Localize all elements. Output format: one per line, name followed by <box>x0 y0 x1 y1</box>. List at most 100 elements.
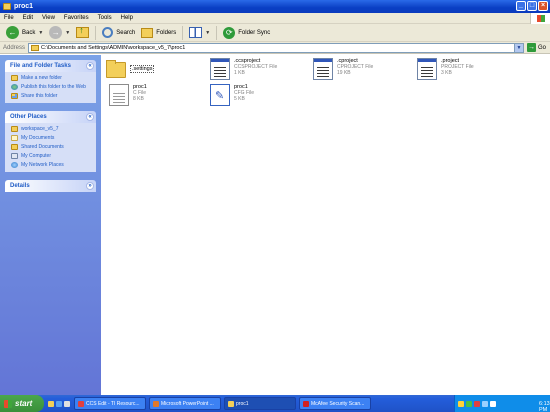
menu-edit[interactable]: Edit <box>23 15 33 21</box>
folder-icon <box>228 400 234 407</box>
taskbar-button-ccs-edit[interactable]: CCS Edit - TI Resourc... <box>74 397 146 410</box>
back-button[interactable]: ← Back ▼ <box>3 25 46 41</box>
media-icon[interactable] <box>64 400 70 407</box>
place-label: My Documents <box>21 135 55 141</box>
toolbar: ← Back ▼ → ▼ Search Folders ▼ ⟳ Folder S… <box>0 24 550 42</box>
up-folder-icon <box>76 25 90 38</box>
title-bar[interactable]: proc1 _ □ × <box>0 0 550 13</box>
panel-header[interactable]: File and Folder Tasks « <box>5 60 96 72</box>
cfg-file-icon <box>210 84 230 106</box>
toolbar-separator <box>182 25 184 40</box>
my-documents-icon <box>11 135 18 141</box>
tray-icon[interactable] <box>466 400 472 407</box>
ccs-app-icon <box>78 400 84 407</box>
toolbar-separator <box>95 25 97 40</box>
new-folder-icon <box>11 75 18 81</box>
folder-icon <box>106 60 126 78</box>
folder-icon <box>31 44 40 51</box>
menu-file[interactable]: File <box>4 15 14 21</box>
maximize-button[interactable]: □ <box>527 1 537 11</box>
start-button[interactable]: start <box>0 395 44 412</box>
file-item[interactable]: .ccsproject CCSPROJECT File 1 KB <box>210 58 277 80</box>
place-workspace-link[interactable]: workspace_v5_7 <box>11 126 92 132</box>
taskbar-button-mcafee[interactable]: McAfee Security Scan... <box>299 397 371 410</box>
address-input[interactable]: C:\Documents and Settings\ADMIN\workspac… <box>28 42 525 53</box>
panel-title: Details <box>10 183 30 189</box>
file-item[interactable]: proc1 C File 8 KB <box>109 84 147 106</box>
address-bar: Address C:\Documents and Settings\ADMIN\… <box>0 42 550 54</box>
clock[interactable]: 6:13 PM <box>539 401 550 412</box>
views-icon <box>189 27 203 38</box>
chevron-down-icon[interactable]: ▼ <box>514 43 524 52</box>
make-new-folder-link[interactable]: Make a new folder <box>11 75 92 81</box>
network-icon <box>11 162 18 168</box>
panel-title: Other Places <box>10 114 47 120</box>
expand-icon[interactable]: » <box>86 182 94 190</box>
views-button[interactable]: ▼ <box>186 25 213 41</box>
tray-icon[interactable] <box>458 400 464 407</box>
mcafee-icon <box>303 400 309 407</box>
windows-logo-icon <box>4 399 12 408</box>
go-button[interactable]: → Go <box>527 43 546 52</box>
file-item[interactable]: proc1 CFG File 5 KB <box>210 84 254 106</box>
close-button[interactable]: × <box>538 1 548 11</box>
chevron-down-icon[interactable]: ▼ <box>205 30 210 36</box>
folders-button[interactable]: Folders <box>138 25 179 41</box>
chevron-down-icon[interactable]: ▼ <box>38 30 43 36</box>
taskbar-button-label: McAfee Security Scan... <box>311 400 365 407</box>
window-title: proc1 <box>14 3 34 10</box>
other-places-panel: Other Places « workspace_v5_7 My Documen… <box>5 111 96 172</box>
file-item[interactable]: .project PROJECT File 3 KB <box>417 58 474 80</box>
place-my-computer-link[interactable]: My Computer <box>11 153 92 159</box>
panel-header[interactable]: Details » <box>5 180 96 192</box>
go-label: Go <box>538 44 547 51</box>
menu-view[interactable]: View <box>42 15 55 21</box>
file-item[interactable]: .cproject CPROJECT File 19 KB <box>313 58 373 80</box>
window-file-icon <box>313 58 333 80</box>
window-file-icon <box>210 58 230 80</box>
tray-icon[interactable] <box>474 400 480 407</box>
panel-body: Make a new folder Publish this folder to… <box>5 72 96 103</box>
file-item[interactable]: .settings <box>106 59 155 78</box>
place-my-documents-link[interactable]: My Documents <box>11 135 92 141</box>
tray-icon[interactable] <box>490 400 496 407</box>
show-desktop-icon[interactable] <box>48 400 54 407</box>
collapse-icon[interactable]: « <box>86 113 94 121</box>
taskbar-button-proc1[interactable]: proc1 <box>224 397 296 410</box>
address-path: C:\Documents and Settings\ADMIN\workspac… <box>41 44 186 51</box>
taskbar-button-powerpoint[interactable]: Microsoft PowerPoint ... <box>149 397 221 410</box>
menu-tools[interactable]: Tools <box>98 15 112 21</box>
panel-header[interactable]: Other Places « <box>5 111 96 123</box>
details-panel: Details » <box>5 180 96 192</box>
forward-button[interactable]: → ▼ <box>46 25 73 41</box>
window-controls: _ □ × <box>516 1 548 11</box>
minimize-button[interactable]: _ <box>516 1 526 11</box>
menu-bar: File Edit View Favorites Tools Help <box>0 13 550 24</box>
place-my-network-link[interactable]: My Network Places <box>11 162 92 168</box>
publish-folder-link[interactable]: Publish this folder to the Web <box>11 84 92 90</box>
panel-title: File and Folder Tasks <box>10 63 71 69</box>
taskbar: start CCS Edit - TI Resourc... Microsoft… <box>0 395 550 412</box>
back-label: Back <box>22 29 36 36</box>
folder-window-icon <box>3 3 11 10</box>
menu-favorites[interactable]: Favorites <box>64 15 89 21</box>
up-folder-button[interactable] <box>73 25 92 41</box>
file-folder-tasks-panel: File and Folder Tasks « Make a new folde… <box>5 60 96 103</box>
task-label: Publish this folder to the Web <box>21 84 86 90</box>
place-label: My Computer <box>21 153 52 159</box>
task-pane: File and Folder Tasks « Make a new folde… <box>0 55 101 395</box>
search-button[interactable]: Search <box>99 25 138 41</box>
menu-help[interactable]: Help <box>121 15 133 21</box>
folder-sync-button[interactable]: ⟳ Folder Sync <box>220 25 273 41</box>
place-shared-documents-link[interactable]: Shared Documents <box>11 144 92 150</box>
tray-icon[interactable] <box>482 400 488 407</box>
collapse-icon[interactable]: « <box>86 62 94 70</box>
window-file-icon <box>417 58 437 80</box>
quick-launch <box>48 400 70 407</box>
taskbar-button-label: proc1 <box>236 400 249 407</box>
chevron-down-icon[interactable]: ▼ <box>65 30 70 36</box>
browser-icon[interactable] <box>56 400 62 407</box>
share-folder-link[interactable]: Share this folder <box>11 93 92 99</box>
c-file-icon <box>109 84 129 106</box>
sync-icon: ⟳ <box>223 26 236 39</box>
